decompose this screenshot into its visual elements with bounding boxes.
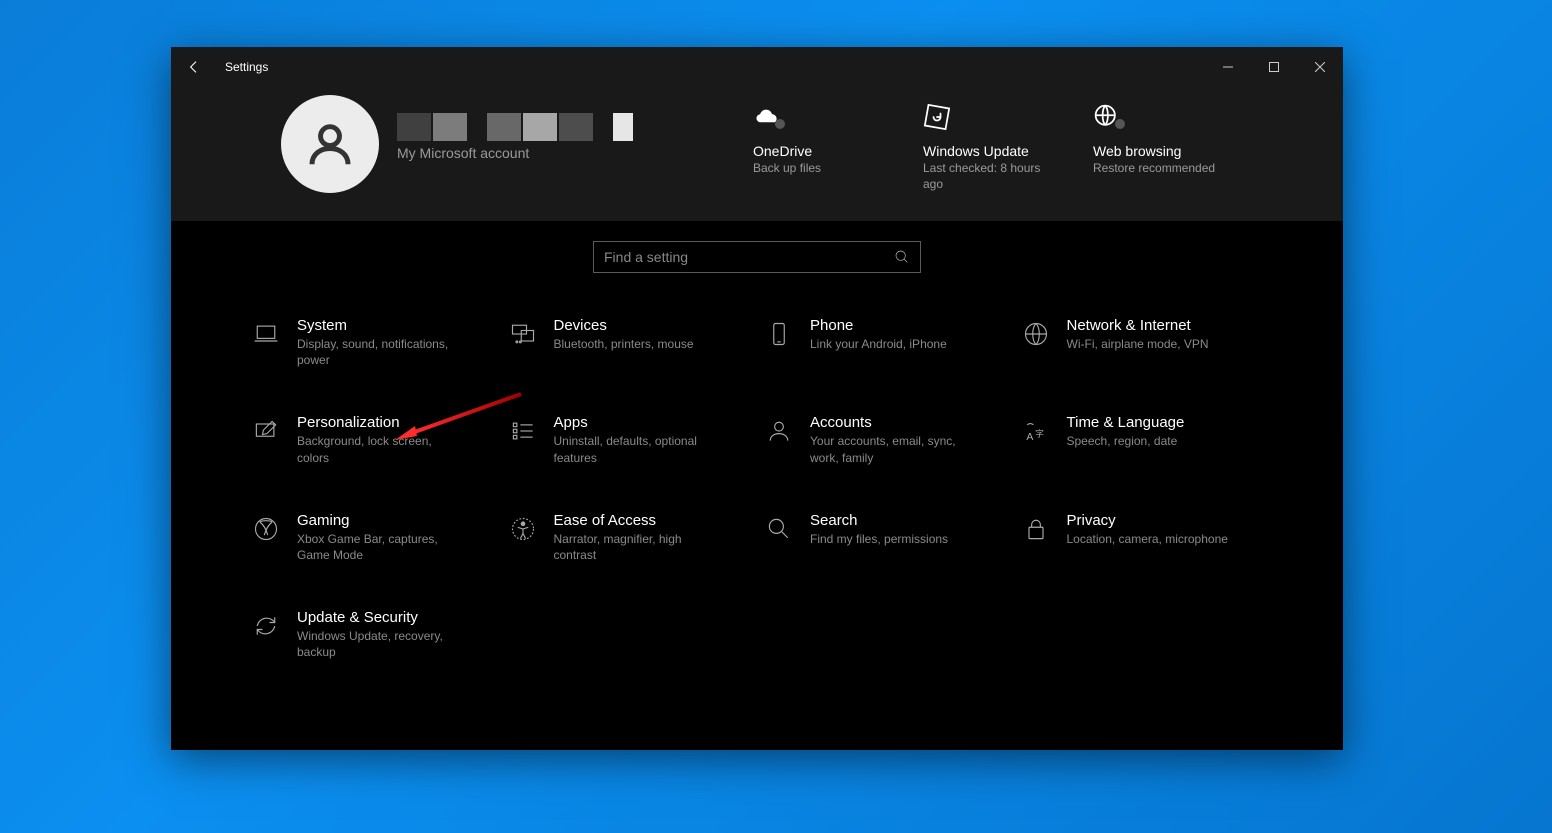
quick-cards: OneDrive Back up files Windows Update La…: [753, 95, 1233, 192]
category-sub: Speech, region, date: [1067, 433, 1185, 449]
globe-icon: [1019, 317, 1053, 351]
body-area: System Display, sound, notifications, po…: [171, 221, 1343, 750]
category-phone[interactable]: Phone Link your Android, iPhone: [762, 317, 1009, 368]
update-icon: [923, 99, 1063, 135]
category-title: Privacy: [1067, 512, 1228, 529]
maximize-button[interactable]: [1251, 47, 1297, 87]
quick-sub: Restore recommended: [1093, 161, 1233, 177]
account-name-redacted: [397, 113, 633, 141]
pen-monitor-icon: [249, 414, 283, 448]
category-title: Apps: [554, 414, 724, 431]
category-sub: Windows Update, recovery, backup: [297, 628, 467, 660]
window-controls: [1205, 47, 1343, 87]
quick-onedrive[interactable]: OneDrive Back up files: [753, 99, 893, 192]
quick-sub: Last checked: 8 hours ago: [923, 161, 1063, 192]
category-sub: Location, camera, microphone: [1067, 531, 1228, 547]
sync-icon: [249, 609, 283, 643]
quick-web-browsing[interactable]: Web browsing Restore recommended: [1093, 99, 1233, 192]
search-icon: [894, 249, 910, 265]
category-apps[interactable]: Apps Uninstall, defaults, optional featu…: [506, 414, 753, 465]
cloud-icon: [753, 99, 893, 135]
title-bar: Settings: [171, 47, 1343, 87]
category-network[interactable]: Network & Internet Wi-Fi, airplane mode,…: [1019, 317, 1266, 368]
category-title: Accounts: [810, 414, 980, 431]
category-privacy[interactable]: Privacy Location, camera, microphone: [1019, 512, 1266, 563]
svg-text:A: A: [1026, 431, 1033, 443]
quick-sub: Back up files: [753, 161, 893, 177]
category-sub: Your accounts, email, sync, work, family: [810, 433, 980, 465]
category-title: Search: [810, 512, 948, 529]
accessibility-icon: [506, 512, 540, 546]
category-title: System: [297, 317, 467, 334]
list-icon: [506, 414, 540, 448]
category-ease-of-access[interactable]: Ease of Access Narrator, magnifier, high…: [506, 512, 753, 563]
magnifier-icon: [762, 512, 796, 546]
category-title: Update & Security: [297, 609, 467, 626]
globe-icon: [1093, 99, 1233, 135]
settings-window: Settings: [171, 47, 1343, 750]
lock-icon: [1019, 512, 1053, 546]
category-title: Time & Language: [1067, 414, 1185, 431]
category-time-language[interactable]: A字 Time & Language Speech, region, date: [1019, 414, 1266, 465]
phone-icon: [762, 317, 796, 351]
quick-title: OneDrive: [753, 143, 893, 159]
category-title: Personalization: [297, 414, 467, 431]
quick-title: Windows Update: [923, 143, 1063, 159]
language-icon: A字: [1019, 414, 1053, 448]
category-sub: Xbox Game Bar, captures, Game Mode: [297, 531, 467, 563]
category-sub: Bluetooth, printers, mouse: [554, 336, 694, 352]
back-button[interactable]: [171, 47, 217, 87]
category-title: Ease of Access: [554, 512, 724, 529]
category-sub: Background, lock screen, colors: [297, 433, 467, 465]
person-icon: [762, 414, 796, 448]
category-personalization[interactable]: Personalization Background, lock screen,…: [249, 414, 496, 465]
category-sub: Wi-Fi, airplane mode, VPN: [1067, 336, 1209, 352]
category-grid: System Display, sound, notifications, po…: [171, 317, 1343, 661]
search-box[interactable]: [593, 241, 921, 273]
xbox-icon: [249, 512, 283, 546]
category-devices[interactable]: Devices Bluetooth, printers, mouse: [506, 317, 753, 368]
category-sub: Find my files, permissions: [810, 531, 948, 547]
account-header: My Microsoft account OneDrive Back up fi…: [171, 87, 1343, 221]
category-update-security[interactable]: Update & Security Windows Update, recove…: [249, 609, 496, 660]
minimize-button[interactable]: [1205, 47, 1251, 87]
laptop-icon: [249, 317, 283, 351]
quick-windows-update[interactable]: Windows Update Last checked: 8 hours ago: [923, 99, 1063, 192]
category-sub: Display, sound, notifications, power: [297, 336, 467, 368]
category-sub: Uninstall, defaults, optional features: [554, 433, 724, 465]
search-input[interactable]: [604, 249, 894, 265]
svg-text:字: 字: [1035, 428, 1044, 439]
close-button[interactable]: [1297, 47, 1343, 87]
avatar[interactable]: [281, 95, 379, 193]
account-subtitle: My Microsoft account: [397, 145, 633, 161]
category-title: Gaming: [297, 512, 467, 529]
category-gaming[interactable]: Gaming Xbox Game Bar, captures, Game Mod…: [249, 512, 496, 563]
category-accounts[interactable]: Accounts Your accounts, email, sync, wor…: [762, 414, 1009, 465]
category-sub: Link your Android, iPhone: [810, 336, 947, 352]
category-sub: Narrator, magnifier, high contrast: [554, 531, 724, 563]
category-title: Devices: [554, 317, 694, 334]
account-block[interactable]: My Microsoft account: [397, 113, 633, 161]
category-system[interactable]: System Display, sound, notifications, po…: [249, 317, 496, 368]
quick-title: Web browsing: [1093, 143, 1233, 159]
devices-icon: [506, 317, 540, 351]
category-title: Phone: [810, 317, 947, 334]
window-title: Settings: [225, 60, 268, 74]
category-title: Network & Internet: [1067, 317, 1209, 334]
category-search[interactable]: Search Find my files, permissions: [762, 512, 1009, 563]
